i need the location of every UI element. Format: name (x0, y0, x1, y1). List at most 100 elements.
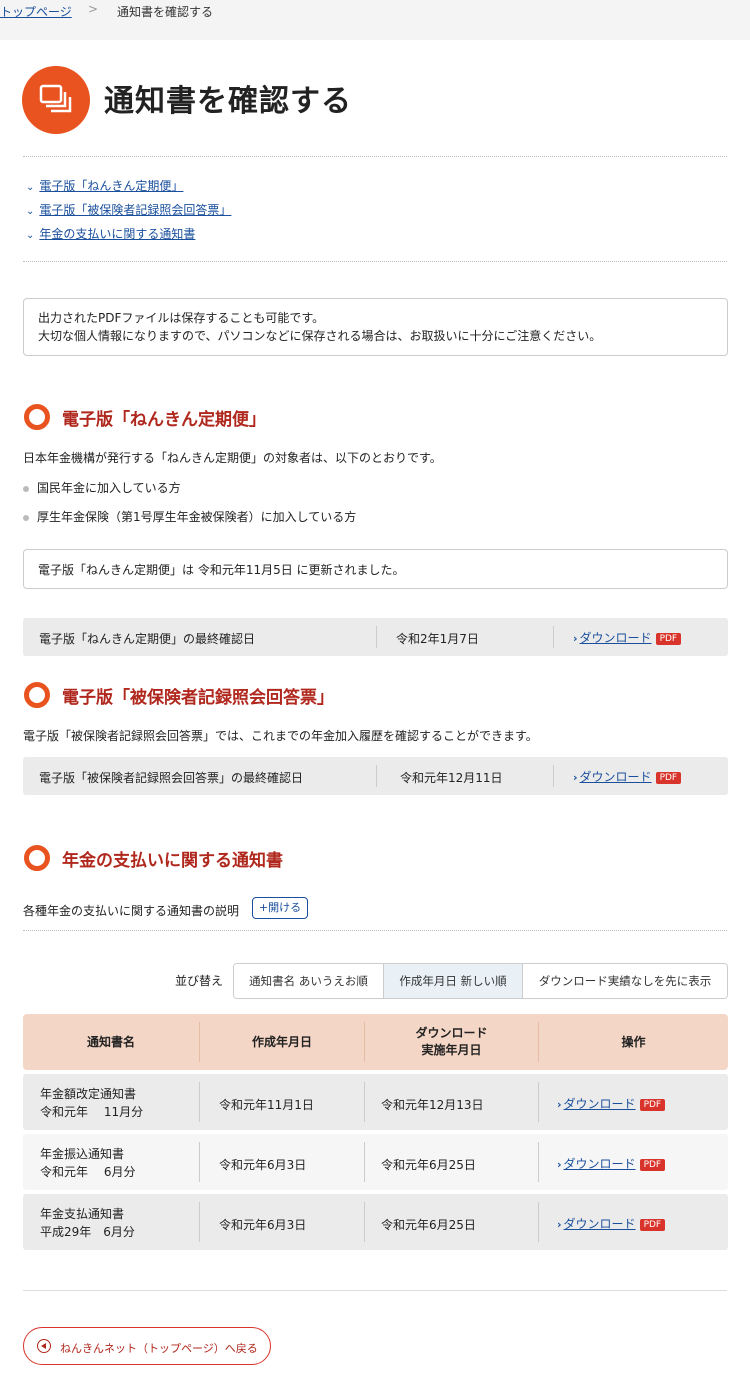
notice-name: 年金額改定通知書 (40, 1087, 137, 1101)
notice-name: 年金振込通知書 (40, 1147, 125, 1161)
pdf-badge: PDF (655, 633, 682, 645)
created-date: 令和元年6月3日 (219, 1218, 307, 1232)
downloaded-date: 令和元年6月25日 (381, 1218, 476, 1232)
breadcrumb-current: 通知書を確認する (117, 5, 214, 19)
column-divider (376, 626, 377, 648)
column-header-download-line1: ダウンロード (415, 1026, 488, 1040)
chevron-right-icon: › (557, 1218, 562, 1231)
chevron-down-icon: ⌄ (26, 182, 35, 193)
list-item: 厚生年金保険（第1号厚生年金被保険者）に加入している方 (23, 508, 356, 525)
column-divider (199, 1082, 200, 1122)
sort-options: 通知書名 あいうえお順 作成年月日 新しい順 ダウンロード実績なしを先に表示 (233, 963, 728, 999)
breadcrumb-separator: > (88, 2, 99, 16)
pdf-badge: PDF (655, 772, 682, 784)
last-checked-row-record-inquiry: 電子版「被保険者記録照会回答票」の最終確認日 令和元年12月11日 › ダウンロー… (23, 757, 728, 795)
page-title: 通知書を確認する (104, 84, 352, 119)
column-header-download-line2: 実施年月日 (421, 1043, 482, 1057)
anchor-link-label[interactable]: 電子版「被保険者記録照会回答票」 (39, 203, 231, 217)
chevron-right-icon: › (573, 632, 578, 645)
pdf-badge: PDF (639, 1159, 666, 1171)
download-link[interactable]: ダウンロード (564, 1157, 636, 1171)
column-header-created: 作成年月日 (251, 1034, 312, 1049)
last-checked-date: 令和2年1月7日 (396, 632, 479, 646)
table-row: 年金額改定通知書 令和元年 11月分 令和元年11月1日 令和元年12月13日 … (23, 1074, 728, 1130)
ring-icon (24, 404, 50, 430)
section-title: 電子版「ねんきん定期便」 (62, 410, 266, 430)
ring-icon (24, 845, 50, 871)
column-divider (538, 1202, 539, 1242)
chevron-down-icon: ⌄ (26, 230, 35, 241)
download-record-inquiry[interactable]: › ダウンロード PDF (573, 768, 682, 785)
column-divider (199, 1142, 200, 1182)
open-button-label: 開ける (268, 901, 302, 914)
sort-by-created-date-button[interactable]: 作成年月日 新しい順 (384, 964, 523, 998)
anchor-link-label[interactable]: 電子版「ねんきん定期便」 (39, 179, 183, 193)
column-divider (364, 1142, 365, 1182)
chevron-down-icon: ⌄ (26, 206, 35, 217)
section-intro: 日本年金機構が発行する「ねんきん定期便」の対象者は、以下のとおりです。 (23, 451, 442, 465)
chevron-right-icon: › (557, 1098, 562, 1111)
section-title: 年金の支払いに関する通知書 (62, 851, 283, 871)
breadcrumb-bar: トップページ > 通知書を確認する (0, 0, 750, 40)
ring-icon (24, 682, 50, 708)
pdf-badge: PDF (639, 1099, 666, 1111)
anchor-link-label[interactable]: 年金の支払いに関する通知書 (39, 227, 195, 241)
divider (23, 261, 727, 262)
back-to-top-button[interactable]: ねんきんネット（トップページ）へ戻る (23, 1327, 271, 1365)
notice-period: 令和元年 11月分 (40, 1105, 144, 1119)
notice-name-cell: 年金振込通知書 令和元年 6月分 (40, 1145, 135, 1181)
column-header-download-date: ダウンロード 実施年月日 (365, 1014, 538, 1070)
chevron-right-icon: › (573, 771, 578, 784)
column-header-action: 操作 (621, 1034, 646, 1049)
column-divider (538, 1082, 539, 1122)
plus-icon: + (258, 901, 269, 914)
download-action[interactable]: › ダウンロード PDF (557, 1215, 666, 1232)
column-divider (538, 1142, 539, 1182)
column-divider (553, 765, 554, 787)
list-item-label: 国民年金に加入している方 (37, 481, 181, 495)
anchor-link-payment-notices[interactable]: ⌄ 年金の支払いに関する通知書 (26, 225, 195, 242)
section-title: 電子版「被保険者記録照会回答票」 (62, 688, 334, 708)
payment-notices-description: 各種年金の支払いに関する通知書の説明 (23, 904, 240, 918)
sort-not-downloaded-first-button[interactable]: ダウンロード実績なしを先に表示 (523, 964, 727, 998)
created-date: 令和元年6月3日 (219, 1158, 307, 1172)
column-divider (553, 626, 554, 648)
column-divider (364, 1202, 365, 1242)
notice-line: 大切な個人情報になりますので、パソコンなどに保存される場合は、お取扱いに十分にご… (38, 329, 602, 343)
download-action[interactable]: › ダウンロード PDF (557, 1095, 666, 1112)
download-link[interactable]: ダウンロード (564, 1097, 636, 1111)
sort-label: 並び替え (175, 974, 224, 988)
anchor-link-teikibin[interactable]: ⌄ 電子版「ねんきん定期便」 (26, 177, 183, 194)
table-row: 年金振込通知書 令和元年 6月分 令和元年6月3日 令和元年6月25日 › ダウン… (23, 1134, 728, 1190)
notice-line: 出力されたPDFファイルは保存することも可能です。 (38, 311, 325, 325)
download-teikibin[interactable]: › ダウンロード PDF (573, 629, 682, 646)
notice-name-cell: 年金支払通知書 平成29年 6月分 (40, 1205, 135, 1241)
download-link[interactable]: ダウンロード (564, 1217, 636, 1231)
download-link[interactable]: ダウンロード (580, 631, 652, 645)
download-link[interactable]: ダウンロード (580, 770, 652, 784)
notice-name: 年金支払通知書 (40, 1207, 125, 1221)
download-action[interactable]: › ダウンロード PDF (557, 1155, 666, 1172)
column-header-name: 通知書名 (86, 1034, 135, 1049)
chevron-right-icon: › (557, 1158, 562, 1171)
divider (23, 156, 727, 157)
last-checked-label: 電子版「被保険者記録照会回答票」の最終確認日 (39, 771, 304, 785)
sort-by-name-button[interactable]: 通知書名 あいうえお順 (234, 964, 384, 998)
notice-period: 平成29年 6月分 (40, 1225, 135, 1239)
update-note: 電子版「ねんきん定期便」は 令和元年11月5日 に更新されました。 (38, 563, 405, 577)
table-row: 年金支払通知書 平成29年 6月分 令和元年6月3日 令和元年6月25日 › ダウ… (23, 1194, 728, 1250)
pdf-notice-box: 出力されたPDFファイルは保存することも可能です。 大切な個人情報になりますので… (23, 298, 728, 356)
open-description-button[interactable]: +開ける (252, 897, 308, 919)
bullet-icon (23, 485, 29, 492)
list-item: 国民年金に加入している方 (23, 479, 181, 496)
last-checked-date: 令和元年12月11日 (400, 771, 503, 785)
breadcrumb-home-link[interactable]: トップページ (0, 3, 72, 20)
list-item-label: 厚生年金保険（第1号厚生年金被保険者）に加入している方 (37, 510, 357, 524)
notice-period: 令和元年 6月分 (40, 1165, 136, 1179)
last-checked-row-teikibin: 電子版「ねんきん定期便」の最終確認日 令和2年1月7日 › ダウンロード PDF (23, 618, 728, 656)
anchor-link-record-inquiry[interactable]: ⌄ 電子版「被保険者記録照会回答票」 (26, 201, 231, 218)
downloaded-date: 令和元年6月25日 (381, 1158, 476, 1172)
divider (23, 930, 727, 931)
notices-table-header: 通知書名 作成年月日 ダウンロード 実施年月日 操作 (23, 1014, 728, 1070)
downloaded-date: 令和元年12月13日 (381, 1098, 484, 1112)
